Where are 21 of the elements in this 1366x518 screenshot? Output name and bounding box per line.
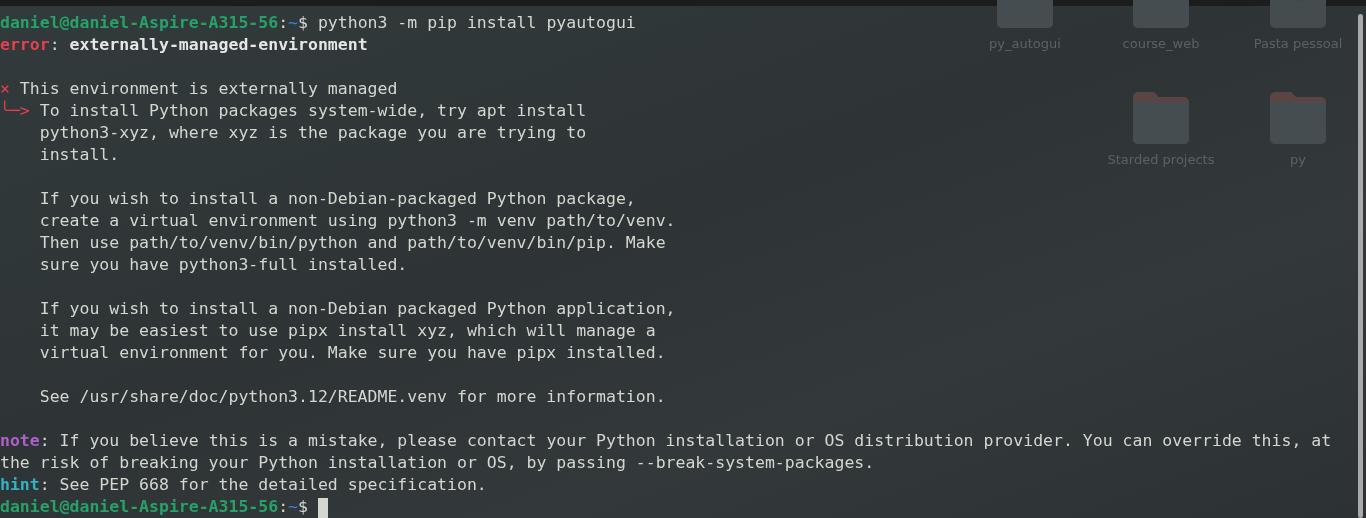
terminal-line: × This environment is externally managed (0, 78, 398, 100)
terminal-line: If you wish to install a non-Debian-packaged Python package, (38, 188, 636, 210)
terminal-line: virtual environment for you. Make sure you have pipx installed. (38, 342, 666, 364)
terminal-line: If you wish to install a non-Debian packaged Python application, (38, 298, 676, 320)
terminal-line: python3-xyz, where xyz is the package you are trying to (38, 122, 587, 144)
scrollbar[interactable] (1358, 14, 1363, 518)
terminal-line: See /usr/share/doc/python3.12/README.venv for more information. (38, 386, 666, 408)
terminal-line: it may be easiest to use pipx install xyz, which will manage a (38, 320, 656, 342)
folder-icon[interactable] (1133, 92, 1189, 144)
terminal-line: daniel@daniel-Aspire-A315-56:~$ python3 -m pip install pyautogui (0, 12, 636, 34)
terminal-line: hint: See PEP 668 for the detailed specification. (0, 474, 487, 496)
terminal-line: ╰─> To install Python packages system-wide, try apt install (0, 100, 587, 122)
terminal-line: the risk of breaking your Python installation or OS, by passing --break-system-packages. (0, 452, 875, 474)
folder-icon[interactable] (1270, 92, 1326, 144)
terminal-line: install. (38, 144, 120, 166)
terminal-line: sure you have python3-full installed. (38, 254, 408, 276)
terminal-line: create a virtual environment using python3 -m venv path/to/venv. (38, 210, 676, 232)
shell-prompt: daniel@daniel-Aspire-A315-56:~$ (0, 496, 328, 518)
terminal-line: note: If you believe this is a mistake, please contact your Python installation or OS distribution provider. You can override this, at (0, 430, 1332, 452)
terminal-line: Then use path/to/venv/bin/python and path/to/venv/bin/pip. Make (38, 232, 666, 254)
terminal-line: error: externally-managed-environment (0, 34, 368, 56)
